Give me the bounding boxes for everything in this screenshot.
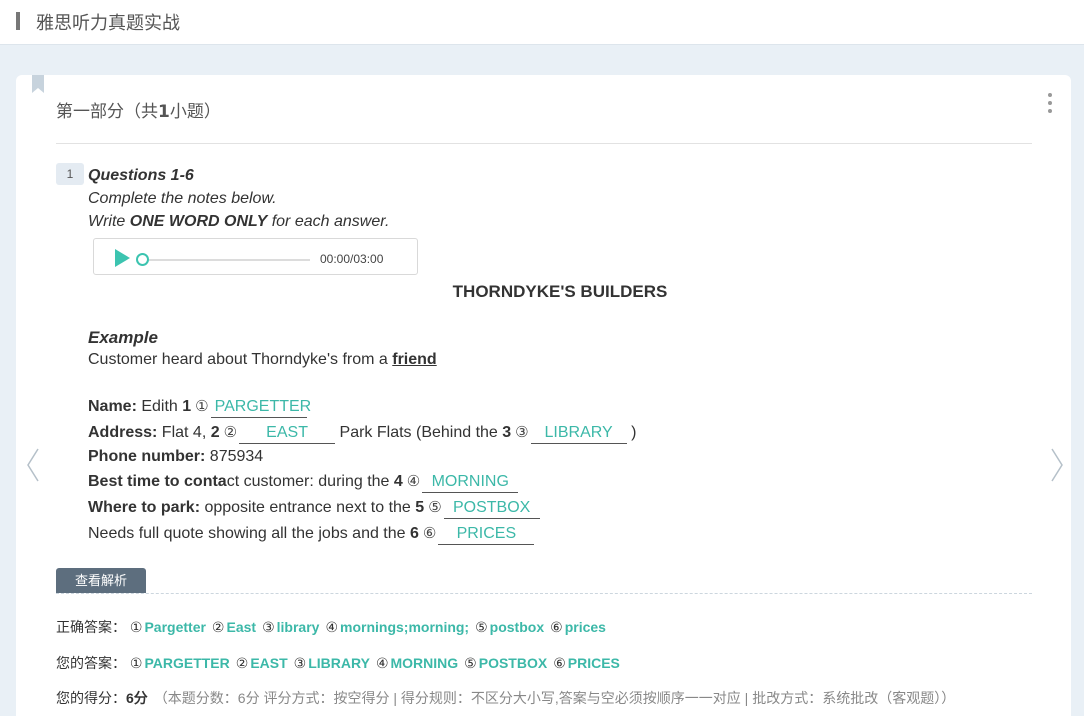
- audio-time: 00:00/03:00: [320, 252, 384, 266]
- your-answer-value: PRICES: [567, 655, 620, 671]
- correct-answer-marker: ③: [262, 619, 275, 635]
- note-line-name: Name: Edith 1 ① PARGETTER: [88, 397, 311, 418]
- your-answer-marker: ④: [375, 655, 389, 671]
- title-accent-bar: [16, 12, 20, 30]
- page-title: 雅思听力真题实战: [36, 13, 180, 34]
- score-detail: （本题分数：6分 评分方式：按空得分 | 得分规则：不区分大小写,答案与空必须按…: [153, 690, 956, 706]
- question-heading: Questions 1-6: [88, 167, 194, 184]
- correct-answer-value: postbox: [489, 619, 545, 635]
- correct-answers-row: 正确答案： ① Pargetter ② East ③ library ④ mornings;m…: [56, 617, 612, 637]
- your-answers-row: 您的答案： ① PARGETTER ② EAST ③ LIBRARY ④ MORNING ⑤ PO…: [56, 653, 626, 673]
- your-answer-marker: ⑥: [553, 655, 566, 671]
- correct-answer-3: ③ library: [262, 619, 319, 635]
- note-line-phone: Phone number: 875934: [88, 448, 264, 465]
- score-row: 您的得分：6分 （本题分数：6分 评分方式：按空得分 | 得分规则：不区分大小写,…: [56, 688, 955, 708]
- section-title: 第一部分（共1小题）: [56, 102, 221, 122]
- more-options-icon[interactable]: [1047, 93, 1053, 115]
- correct-answer-4: ④ mornings;morning;: [325, 619, 469, 635]
- correct-answer-5: ⑤ postbox: [475, 619, 544, 635]
- notes-title: THORNDYKE'S BUILDERS: [452, 282, 668, 301]
- your-answer-marker: ①: [129, 655, 143, 671]
- score-label: 您的得分：: [56, 690, 126, 706]
- example-label: Example: [88, 328, 158, 347]
- play-icon[interactable]: [115, 249, 130, 267]
- your-answer-5: ⑤ POSTBOX: [464, 655, 547, 671]
- answer-blank-2[interactable]: EAST: [239, 423, 336, 444]
- correct-answer-value: East: [226, 619, 257, 635]
- correct-answer-6: ⑥ prices: [550, 619, 606, 635]
- audio-progress-track[interactable]: [149, 259, 310, 261]
- correct-answer-marker: ②: [211, 619, 225, 635]
- bookmark-icon[interactable]: [32, 75, 44, 93]
- correct-answer-value: library: [276, 619, 320, 635]
- audio-progress-knob[interactable]: [136, 253, 149, 266]
- question-number-badge[interactable]: 1: [56, 163, 84, 185]
- your-answer-marker: ⑤: [464, 655, 477, 671]
- your-answer-marker: ②: [235, 655, 249, 671]
- instruction-line-2: Write ONE WORD ONLY for each answer.: [88, 213, 390, 230]
- your-answer-3: ③ LIBRARY: [294, 655, 370, 671]
- your-answer-value: MORNING: [390, 655, 459, 671]
- note-line-contact: Best time to contact customer: during th…: [88, 472, 519, 493]
- your-answer-4: ④ MORNING: [376, 655, 458, 671]
- answer-blank-3[interactable]: LIBRARY: [530, 423, 627, 444]
- note-line-quote: Needs full quote showing all the jobs an…: [88, 524, 535, 545]
- your-answer-value: POSTBOX: [478, 655, 548, 671]
- previous-arrow-icon[interactable]: [26, 447, 40, 483]
- answer-blank-1[interactable]: PARGETTER: [210, 397, 311, 418]
- view-analysis-button[interactable]: 查看解析: [56, 568, 146, 593]
- correct-answer-marker: ⑤: [475, 619, 488, 635]
- example-line: Customer heard about Thorndyke's from a …: [88, 351, 437, 368]
- top-bar: 雅思听力真题实战: [0, 0, 1084, 45]
- your-answers-label: 您的答案：: [56, 655, 126, 671]
- question-instructions: Questions 1-6 Complete the notes below. …: [88, 164, 389, 233]
- your-answer-marker: ③: [293, 655, 307, 671]
- correct-answers-list: ① Pargetter ② East ③ library ④ mornings;morning…: [130, 619, 612, 635]
- instruction-line-1: Complete the notes below.: [88, 190, 277, 207]
- answer-blank-6[interactable]: PRICES: [438, 524, 535, 545]
- your-answer-value: LIBRARY: [308, 655, 370, 671]
- your-answer-1: ① PARGETTER: [130, 655, 230, 671]
- audio-player: 00:00/03:00: [93, 238, 418, 275]
- section-divider: [56, 143, 1032, 144]
- correct-answer-marker: ①: [129, 619, 143, 635]
- correct-answers-label: 正确答案：: [56, 619, 126, 635]
- correct-answer-value: Pargetter: [144, 619, 206, 635]
- correct-answer-marker: ④: [325, 619, 338, 635]
- correct-answer-marker: ⑥: [550, 619, 563, 635]
- example-answer: friend: [392, 351, 437, 368]
- your-answer-value: EAST: [250, 655, 288, 671]
- correct-answer-value: mornings;morning;: [340, 619, 470, 635]
- next-arrow-icon[interactable]: [1050, 447, 1064, 483]
- your-answers-list: ① PARGETTER ② EAST ③ LIBRARY ④ MORNING ⑤ POSTBOX ⑥…: [130, 655, 626, 671]
- answer-blank-5[interactable]: POSTBOX: [443, 498, 540, 519]
- correct-answer-value: prices: [564, 619, 606, 635]
- analysis-divider: [56, 593, 1032, 594]
- score-value: 6分: [126, 690, 148, 706]
- answer-blank-4[interactable]: MORNING: [422, 472, 519, 493]
- note-line-parking: Where to park: opposite entrance next to…: [88, 498, 540, 519]
- your-answer-2: ② EAST: [236, 655, 288, 671]
- correct-answer-1: ① Pargetter: [130, 619, 206, 635]
- your-answer-value: PARGETTER: [144, 655, 230, 671]
- correct-answer-2: ② East: [212, 619, 256, 635]
- your-answer-6: ⑥ PRICES: [553, 655, 620, 671]
- note-line-address: Address: Flat 4, 2 ② EAST Park Flats (Behi…: [88, 423, 636, 444]
- question-card: 第一部分（共1小题） 1 Questions 1-6 Complete the …: [16, 75, 1071, 716]
